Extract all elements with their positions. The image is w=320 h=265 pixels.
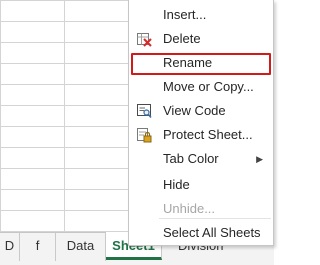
- protect-sheet-icon: [136, 127, 152, 143]
- view-code-icon: [136, 103, 152, 119]
- menu-item-delete[interactable]: Delete: [129, 27, 273, 51]
- delete-sheet-icon: [136, 31, 152, 47]
- submenu-arrow-icon: ▶: [256, 154, 263, 164]
- menu-item-select-all-sheets[interactable]: Select All Sheets: [129, 221, 273, 245]
- sheet-tab-d[interactable]: D: [0, 233, 20, 261]
- menu-item-label: Delete: [163, 31, 201, 46]
- menu-item-label: Hide: [163, 177, 190, 192]
- menu-item-label: Insert...: [163, 7, 207, 22]
- menu-separator: [159, 218, 271, 219]
- menu-item-label: Select All Sheets: [163, 225, 261, 240]
- menu-item-insert[interactable]: Insert...: [129, 3, 273, 27]
- sheet-tab-label: Data: [66, 238, 95, 253]
- sheet-tab-label: D: [4, 238, 15, 253]
- menu-item-tab-color[interactable]: Tab Color ▶: [129, 147, 273, 171]
- sheet-context-menu: Insert... Delete Rename Move or Copy...: [128, 0, 274, 246]
- menu-item-move-or-copy[interactable]: Move or Copy...: [129, 75, 273, 99]
- menu-item-label: Tab Color: [163, 151, 219, 166]
- menu-item-label: View Code: [163, 103, 226, 118]
- menu-item-hide[interactable]: Hide: [129, 173, 273, 197]
- menu-item-label: Unhide...: [163, 201, 216, 216]
- menu-item-label: Protect Sheet...: [163, 127, 253, 142]
- menu-item-protect-sheet[interactable]: Protect Sheet...: [129, 123, 273, 147]
- sheet-tab-label: f: [35, 238, 40, 253]
- rename-highlight-box: [131, 53, 271, 75]
- menu-item-view-code[interactable]: View Code: [129, 99, 273, 123]
- menu-item-label: Move or Copy...: [163, 79, 254, 94]
- sheet-tab-f[interactable]: f: [20, 233, 56, 261]
- sheet-tab-data[interactable]: Data: [56, 233, 106, 261]
